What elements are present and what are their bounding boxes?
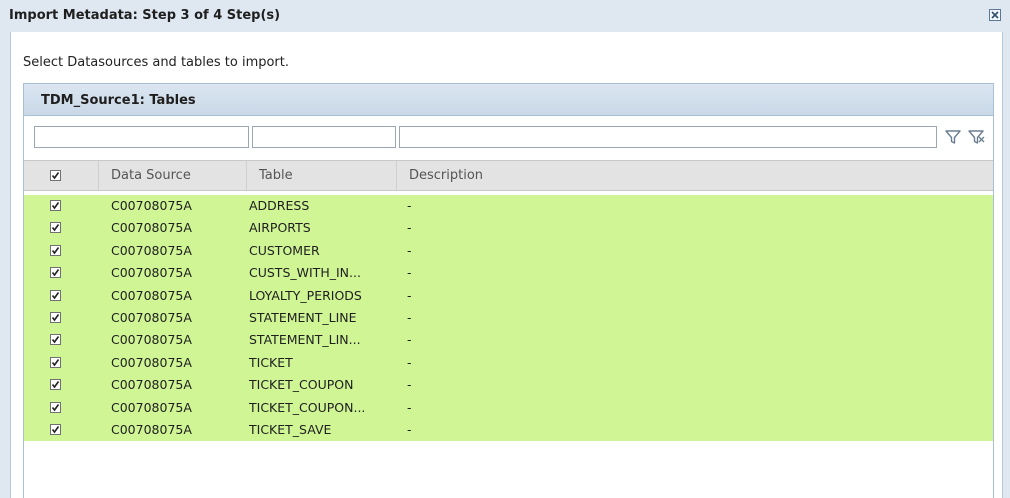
- data-source-cell: C00708075A: [111, 332, 192, 348]
- import-metadata-dialog: Import Metadata: Step 3 of 4 Step(s) Sel…: [0, 0, 1010, 498]
- row-checkbox[interactable]: [50, 379, 61, 391]
- filter-row: [24, 116, 993, 148]
- checkmark-icon: [51, 403, 60, 411]
- description-cell: -: [407, 332, 412, 348]
- checkmark-icon: [51, 381, 60, 389]
- row-checkbox[interactable]: [50, 200, 61, 211]
- checkmark-icon: [51, 224, 60, 232]
- panel-header: TDM_Source1: Tables: [24, 84, 993, 116]
- table-row[interactable]: C00708075A AIRPORTS -: [24, 219, 993, 236]
- data-source-cell: C00708075A: [111, 399, 192, 415]
- filter-icon[interactable]: [944, 128, 962, 146]
- instruction-text: Select Datasources and tables to import.: [23, 55, 290, 70]
- data-source-column-header[interactable]: Data Source: [99, 161, 247, 190]
- table-cell: LOYALTY_PERIODS: [249, 287, 362, 303]
- data-source-cell: C00708075A: [111, 287, 192, 303]
- row-checkbox[interactable]: [50, 222, 61, 234]
- data-source-filter-input[interactable]: [34, 126, 249, 148]
- description-cell: -: [407, 310, 412, 325]
- table-row[interactable]: C00708075A TICKET_COUPON -: [24, 376, 993, 393]
- row-checkbox[interactable]: [50, 424, 61, 435]
- table-cell: TICKET_SAVE: [249, 422, 332, 437]
- table-cell: TICKET_COUPON...: [249, 399, 366, 415]
- table-column-header[interactable]: Table: [247, 161, 397, 190]
- table-row[interactable]: C00708075A TICKET -: [24, 354, 993, 371]
- data-source-cell: C00708075A: [111, 377, 192, 393]
- table-cell: TICKET_COUPON: [249, 377, 354, 393]
- description-cell: -: [407, 399, 412, 415]
- checkmark-icon: [51, 269, 60, 277]
- table-row[interactable]: C00708075A LOYALTY_PERIODS -: [24, 287, 993, 304]
- table-cell: STATEMENT_LIN...: [249, 332, 361, 348]
- close-icon: [991, 11, 999, 19]
- dialog-title: Import Metadata: Step 3 of 4 Step(s): [9, 8, 281, 23]
- table-row[interactable]: C00708075A STATEMENT_LIN... -: [24, 331, 993, 348]
- row-checkbox[interactable]: [50, 334, 61, 346]
- data-source-cell: C00708075A: [111, 310, 192, 325]
- description-cell: -: [407, 377, 412, 393]
- description-cell: -: [407, 220, 412, 236]
- table-cell: TICKET: [249, 354, 293, 370]
- table-row[interactable]: C00708075A TICKET_COUPON... -: [24, 399, 993, 416]
- tables-panel: TDM_Source1: Tables Data Source Table De…: [23, 83, 994, 498]
- row-checkbox[interactable]: [50, 401, 61, 413]
- panel-title: TDM_Source1: Tables: [41, 93, 196, 108]
- checkmark-icon: [51, 336, 60, 344]
- select-all-header: [24, 161, 99, 190]
- table-cell: STATEMENT_LINE: [249, 310, 357, 325]
- data-source-cell: C00708075A: [111, 265, 192, 281]
- data-source-cell: C00708075A: [111, 242, 192, 258]
- description-cell: -: [407, 242, 412, 258]
- description-cell: -: [407, 198, 412, 213]
- data-source-cell: C00708075A: [111, 354, 192, 370]
- clear-filter-icon[interactable]: [967, 128, 987, 146]
- table-cell: CUSTS_WITH_IN...: [249, 265, 361, 281]
- row-checkbox[interactable]: [50, 356, 61, 368]
- description-filter-input[interactable]: [399, 126, 937, 148]
- checkmark-icon: [51, 202, 60, 210]
- table-rows: C00708075A ADDRESS - C00708075A AIRPORTS - C00…: [24, 195, 993, 441]
- close-button[interactable]: [989, 9, 1001, 21]
- description-cell: -: [407, 354, 412, 370]
- checkmark-icon: [51, 172, 60, 180]
- data-source-cell: C00708075A: [111, 422, 192, 437]
- checkmark-icon: [51, 358, 60, 367]
- table-row[interactable]: C00708075A TICKET_SAVE -: [24, 421, 993, 438]
- description-column-header[interactable]: Description: [397, 161, 993, 190]
- row-checkbox[interactable]: [50, 244, 61, 256]
- checkmark-icon: [51, 314, 60, 322]
- table-cell: CUSTOMER: [249, 242, 320, 258]
- table-filter-input[interactable]: [252, 126, 396, 148]
- table-row[interactable]: C00708075A ADDRESS -: [24, 197, 993, 214]
- checkmark-icon: [51, 426, 60, 434]
- data-source-cell: C00708075A: [111, 220, 192, 236]
- checkmark-icon: [51, 291, 60, 299]
- description-cell: -: [407, 265, 412, 281]
- table-row[interactable]: C00708075A CUSTOMER -: [24, 242, 993, 259]
- table-row[interactable]: C00708075A STATEMENT_LINE -: [24, 309, 993, 326]
- data-source-cell: C00708075A: [111, 198, 192, 213]
- table-cell: AIRPORTS: [249, 220, 311, 236]
- row-checkbox[interactable]: [50, 312, 61, 323]
- table-cell: ADDRESS: [249, 198, 310, 213]
- row-checkbox[interactable]: [50, 267, 61, 279]
- select-all-checkbox[interactable]: [50, 170, 61, 181]
- row-checkbox[interactable]: [50, 289, 61, 301]
- description-cell: -: [407, 422, 412, 437]
- table-row[interactable]: C00708075A CUSTS_WITH_IN... -: [24, 264, 993, 281]
- description-cell: -: [407, 287, 412, 303]
- dialog-titlebar: Import Metadata: Step 3 of 4 Step(s): [0, 0, 1010, 32]
- grid-header: Data Source Table Description: [24, 160, 993, 191]
- checkmark-icon: [51, 246, 60, 255]
